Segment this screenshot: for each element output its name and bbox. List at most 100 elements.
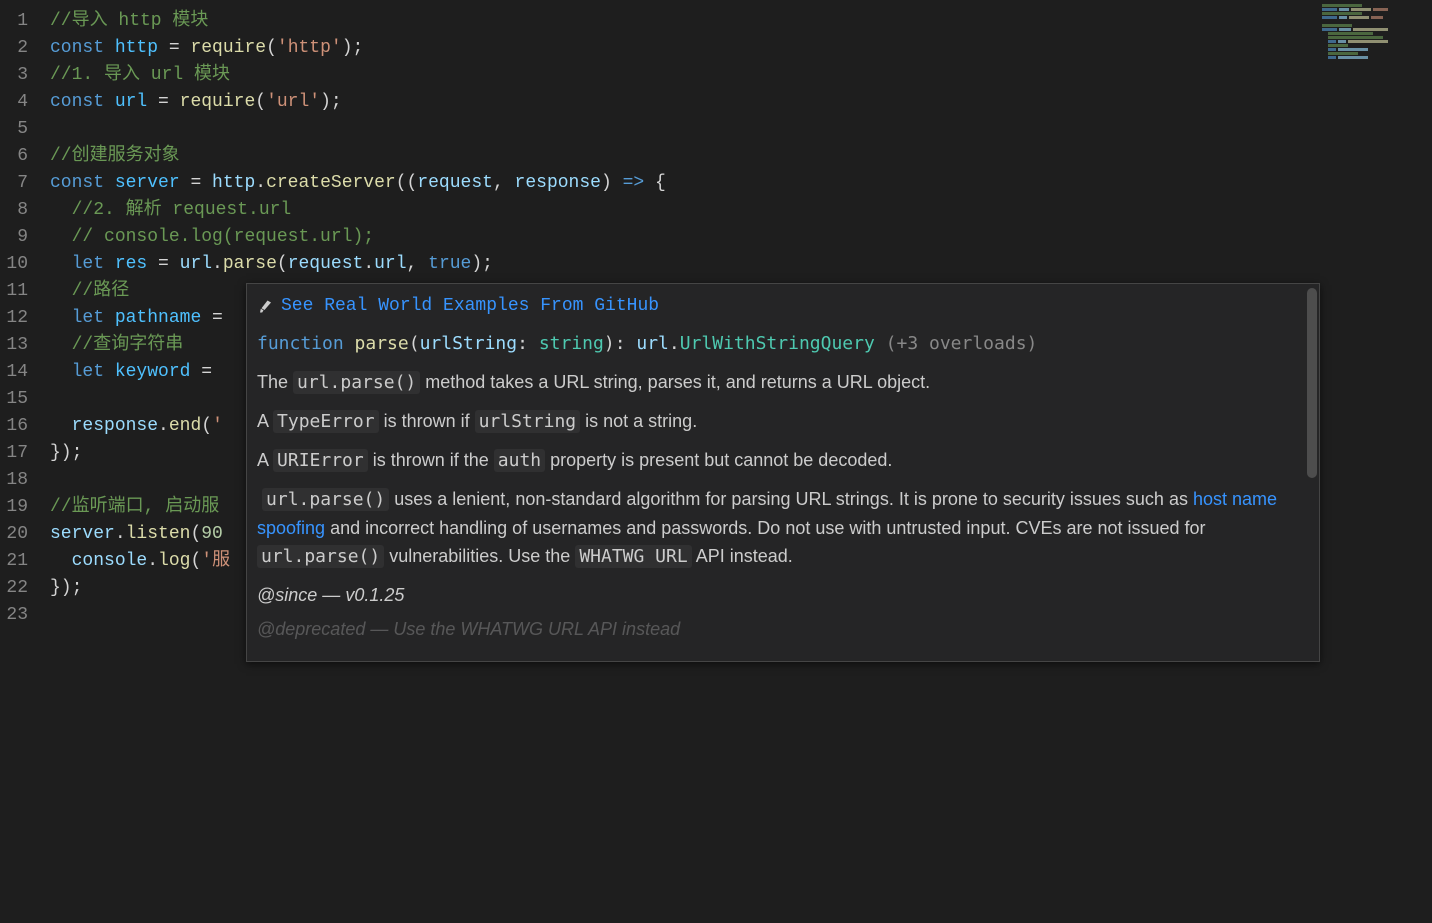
dot: . (147, 551, 158, 571)
doc-text: is thrown if the (368, 450, 494, 470)
indent (50, 335, 72, 355)
paren: ) (342, 38, 353, 58)
paren: ( (409, 333, 420, 354)
number-literal: 90 (201, 524, 223, 544)
line-number-gutter: 1 2 3 4 5 6 7 8 9 10 11 12 13 14 15 16 1… (0, 0, 50, 923)
code-line[interactable]: //2. 解析 request.url (50, 197, 1432, 224)
indent (50, 362, 72, 382)
parameter: response (515, 173, 601, 193)
identifier: http (212, 173, 255, 193)
code-line[interactable]: const url = require('url'); (50, 89, 1432, 116)
brace: { (655, 173, 666, 193)
line-number: 18 (0, 467, 28, 494)
doc-text: A (257, 450, 273, 470)
paren: ( (277, 254, 288, 274)
since-value: v0.1.25 (345, 585, 404, 605)
line-number: 4 (0, 89, 28, 116)
doc-code: url.parse() (257, 545, 384, 568)
keyword: let (72, 362, 104, 382)
line-number: 8 (0, 197, 28, 224)
code-line[interactable]: //创建服务对象 (50, 143, 1432, 170)
line-number: 12 (0, 305, 28, 332)
tooltip-scrollbar[interactable] (1307, 288, 1317, 478)
operator: = (147, 254, 179, 274)
parameter: request (417, 173, 493, 193)
brace: }); (50, 443, 82, 463)
sig-param: urlString (420, 333, 518, 354)
doc-text: The (257, 372, 293, 392)
paren: ( (201, 416, 212, 436)
method-name: createServer (266, 173, 396, 193)
identifier: pathname (115, 308, 201, 328)
since-dash: — (317, 585, 345, 605)
line-number: 19 (0, 494, 28, 521)
deprecated-tag-truncated: @deprecated — Use the WHATWG URL API ins… (257, 615, 1309, 643)
doc-text: uses a lenient, non-standard algorithm f… (389, 489, 1193, 509)
doc-text: property is present but cannot be decode… (545, 450, 892, 470)
code-line[interactable]: const server = http.createServer((reques… (50, 170, 1432, 197)
minimap[interactable] (1312, 0, 1432, 70)
sig-namespace: url (636, 333, 669, 354)
paren: ) (601, 173, 612, 193)
comment-text: //导入 http 模块 (50, 11, 208, 31)
indent (50, 254, 72, 274)
paren: ( (190, 524, 201, 544)
dot: . (255, 173, 266, 193)
hover-tooltip[interactable]: See Real World Examples From GitHub func… (246, 283, 1320, 662)
operator: = (147, 92, 179, 112)
line-number: 16 (0, 413, 28, 440)
indent (50, 227, 72, 247)
string-literal: '服 (201, 551, 230, 571)
line-number: 13 (0, 332, 28, 359)
line-number: 22 (0, 575, 28, 602)
line-number: 17 (0, 440, 28, 467)
doc-text: method takes a URL string, parses it, an… (420, 372, 930, 392)
semicolon: ; (353, 38, 364, 58)
doc-code: url.parse() (293, 371, 420, 394)
keyword: let (72, 254, 104, 274)
identifier: server (115, 173, 180, 193)
line-number: 23 (0, 602, 28, 629)
arrow: => (612, 173, 655, 193)
see-examples-link[interactable]: See Real World Examples From GitHub (281, 292, 659, 321)
doc-paragraph: A TypeError is thrown if urlString is no… (257, 407, 1309, 436)
doc-text: and incorrect handling of usernames and … (325, 518, 1206, 538)
code-line[interactable]: let res = url.parse(request.url, true); (50, 251, 1432, 278)
doc-text: A (257, 411, 273, 431)
paren: ) (604, 333, 615, 354)
paren: ( (266, 38, 277, 58)
indent (50, 281, 72, 301)
line-number: 7 (0, 170, 28, 197)
code-line[interactable]: // console.log(request.url); (50, 224, 1432, 251)
comment-text: //1. 导入 url 模块 (50, 65, 230, 85)
dot: . (158, 416, 169, 436)
identifier: server (50, 524, 115, 544)
code-line[interactable]: //导入 http 模块 (50, 8, 1432, 35)
comma: , (407, 254, 429, 274)
string-literal: 'url' (266, 92, 320, 112)
identifier: keyword (115, 362, 191, 382)
deprecated-text: — Use the WHATWG URL API instead (365, 619, 680, 639)
keyword: const (50, 92, 104, 112)
sig-return-type: UrlWithStringQuery (680, 333, 875, 354)
doc-code: urlString (475, 410, 581, 433)
doc-paragraph: The url.parse() method takes a URL strin… (257, 368, 1309, 397)
comment-text: // console.log(request.url); (72, 227, 374, 247)
doc-code: url.parse() (262, 488, 389, 511)
code-line[interactable]: const http = require('http'); (50, 35, 1432, 62)
dot: . (363, 254, 374, 274)
paren: ( (190, 551, 201, 571)
identifier: request (288, 254, 364, 274)
sig-keyword: function (257, 333, 344, 354)
line-number: 15 (0, 386, 28, 413)
function-name: require (190, 38, 266, 58)
code-line[interactable]: //1. 导入 url 模块 (50, 62, 1432, 89)
sig-overload-count: (+3 overloads) (875, 333, 1038, 354)
doc-code: WHATWG URL (575, 545, 691, 568)
sig-func-name: parse (355, 333, 409, 354)
semicolon: ; (331, 92, 342, 112)
doc-code: URIError (273, 449, 368, 472)
code-line[interactable] (50, 116, 1432, 143)
doc-code: TypeError (273, 410, 379, 433)
since-label: @since (257, 585, 317, 605)
